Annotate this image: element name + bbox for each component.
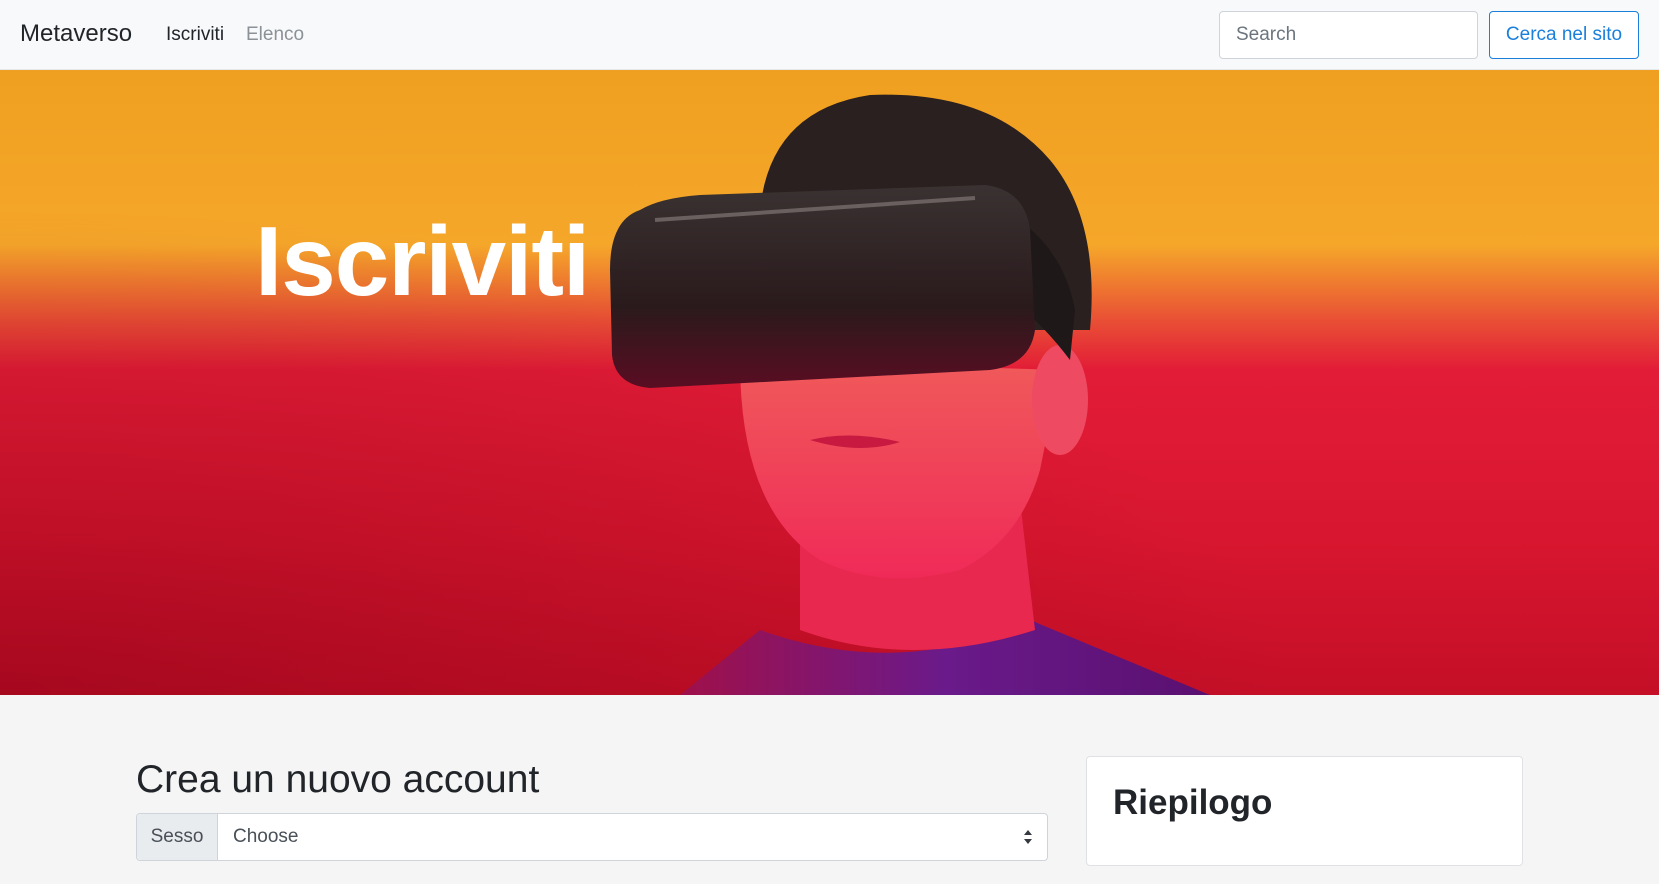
search-button[interactable]: Cerca nel sito (1489, 11, 1639, 59)
page-title: Crea un nuovo account (136, 758, 540, 801)
select-arrows-icon (1024, 830, 1032, 844)
gender-select-value: Choose (233, 826, 299, 847)
brand-logo[interactable]: Metaverso (20, 20, 132, 48)
nav-link-iscriviti[interactable]: Iscriviti (166, 24, 224, 46)
hero-image-vr-person (610, 94, 1210, 695)
nav-link-elenco[interactable]: Elenco (246, 24, 304, 46)
gender-select[interactable]: Choose (218, 814, 1047, 860)
hero-title: Iscriviti (255, 206, 590, 316)
ear-shape (1032, 345, 1088, 455)
summary-card: Riepilogo (1086, 756, 1523, 866)
navbar: Metaverso Iscriviti Elenco Cerca nel sit… (0, 0, 1661, 70)
summary-title: Riepilogo (1113, 783, 1273, 822)
hero-banner: Iscriviti (0, 70, 1659, 695)
gender-label: Sesso (137, 814, 218, 860)
vr-headset-shape (610, 185, 1035, 388)
gender-input-group: Sesso Choose (136, 813, 1048, 861)
search-input[interactable] (1219, 11, 1478, 59)
